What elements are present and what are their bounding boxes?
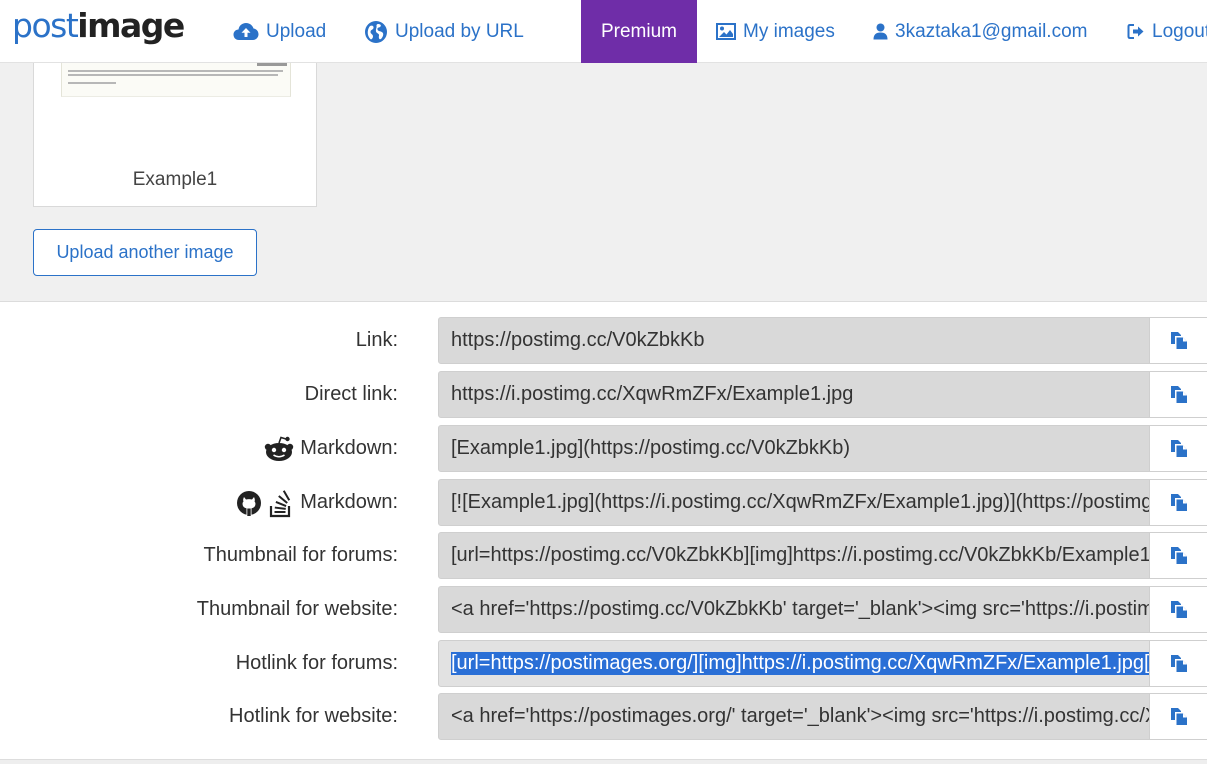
globe-icon bbox=[365, 20, 387, 43]
cloud-upload-icon bbox=[233, 22, 259, 40]
copy-link-button[interactable] bbox=[1149, 317, 1207, 364]
nav-upload-by-url-label: Upload by URL bbox=[395, 20, 524, 42]
copy-icon bbox=[1170, 494, 1187, 511]
nav-logout-link[interactable]: Logout bbox=[1127, 0, 1207, 63]
nav-user-email: 3kaztaka1@gmail.com bbox=[895, 20, 1088, 42]
logo-text-image: image bbox=[77, 6, 185, 45]
nav-my-images-link[interactable]: My images bbox=[716, 0, 835, 63]
thumbnail-forums-label: Thumbnail for forums: bbox=[203, 544, 398, 566]
github-markdown-row: Markdown: [![Example1.jpg](https://i.pos… bbox=[0, 479, 1207, 526]
thumbnail-website-row: Thumbnail for website: <a href='https://… bbox=[0, 586, 1207, 633]
copy-hotlink-forums-button[interactable] bbox=[1149, 640, 1207, 687]
share-links-panel: Link: https://postimg.cc/V0kZbkKb Direct… bbox=[0, 303, 1207, 759]
logout-icon bbox=[1127, 24, 1144, 39]
copy-icon bbox=[1170, 332, 1187, 349]
hotlink-forums-label: Hotlink for forums: bbox=[235, 652, 398, 674]
nav-user-account-link[interactable]: 3kaztaka1@gmail.com bbox=[873, 0, 1087, 63]
nav-upload-by-url-link[interactable]: Upload by URL bbox=[364, 0, 524, 63]
page-bottom-divider bbox=[0, 759, 1207, 764]
reddit-markdown-field[interactable]: [Example1.jpg](https://postimg.cc/V0kZbk… bbox=[438, 425, 1150, 472]
direct-link-field[interactable]: https://i.postimg.cc/XqwRmZFx/Example1.j… bbox=[438, 371, 1150, 418]
copy-thumbnail-forums-button[interactable] bbox=[1149, 532, 1207, 579]
hotlink-forums-selected-text: [url=https://postimages.org/][img]https:… bbox=[451, 652, 1149, 675]
copy-thumbnail-website-button[interactable] bbox=[1149, 586, 1207, 633]
reddit-markdown-label: Markdown: bbox=[264, 425, 398, 472]
github-markdown-label: Markdown: bbox=[236, 479, 398, 526]
postimage-logo[interactable]: post image bbox=[12, 6, 185, 46]
direct-link-row: Direct link: https://i.postimg.cc/XqwRmZ… bbox=[0, 371, 1207, 418]
link-row: Link: https://postimg.cc/V0kZbkKb bbox=[0, 317, 1207, 364]
reddit-markdown-row: Markdown: [Example1.jpg](https://postimg… bbox=[0, 425, 1207, 472]
copy-icon bbox=[1170, 601, 1187, 618]
upload-another-image-button[interactable]: Upload another image bbox=[33, 229, 257, 276]
copy-hotlink-website-button[interactable] bbox=[1149, 693, 1207, 740]
hotlink-forums-row: Hotlink for forums: [url=https://postima… bbox=[0, 640, 1207, 687]
thumbnail-website-field[interactable]: <a href='https://postimg.cc/V0kZbkKb' ta… bbox=[438, 586, 1150, 633]
copy-icon bbox=[1170, 708, 1187, 725]
hotlink-forums-field[interactable]: [url=https://postimages.org/][img]https:… bbox=[438, 640, 1150, 687]
thumbnail-forums-field[interactable]: [url=https://postimg.cc/V0kZbkKb][img]ht… bbox=[438, 532, 1150, 579]
nav-premium-link[interactable]: Premium bbox=[581, 0, 697, 63]
nav-upload-link[interactable]: Upload bbox=[233, 0, 326, 63]
stackoverflow-icon bbox=[270, 489, 291, 517]
copy-icon bbox=[1170, 440, 1187, 457]
github-icon bbox=[237, 490, 262, 516]
logo-text-post: post bbox=[12, 6, 79, 45]
uploaded-image-caption: Example1 bbox=[132, 169, 218, 190]
top-navbar: post image Upload Upload by URL Premium M… bbox=[0, 0, 1207, 63]
user-icon bbox=[873, 23, 888, 40]
direct-link-label: Direct link: bbox=[304, 383, 398, 405]
link-field[interactable]: https://postimg.cc/V0kZbkKb bbox=[438, 317, 1150, 364]
uploaded-image-card[interactable]: Example1 bbox=[33, 63, 317, 207]
nav-logout-label: Logout bbox=[1152, 20, 1207, 42]
github-markdown-field[interactable]: [![Example1.jpg](https://i.postimg.cc/Xq… bbox=[438, 479, 1150, 526]
hotlink-website-row: Hotlink for website: <a href='https://po… bbox=[0, 693, 1207, 740]
hotlink-website-label: Hotlink for website: bbox=[229, 705, 398, 727]
copy-icon bbox=[1170, 655, 1187, 672]
upload-result-area: Example1 Upload another image bbox=[0, 63, 1207, 302]
reddit-icon bbox=[264, 436, 294, 461]
link-label: Link: bbox=[355, 329, 398, 351]
hotlink-website-field[interactable]: <a href='https://postimages.org/' target… bbox=[438, 693, 1150, 740]
copy-icon bbox=[1170, 547, 1187, 564]
nav-premium-label: Premium bbox=[600, 20, 677, 42]
nav-my-images-label: My images bbox=[743, 20, 835, 42]
copy-icon bbox=[1170, 386, 1187, 403]
copy-direct-link-button[interactable] bbox=[1149, 371, 1207, 418]
copy-github-markdown-button[interactable] bbox=[1149, 479, 1207, 526]
nav-upload-label: Upload bbox=[266, 20, 327, 42]
thumbnail-forums-row: Thumbnail for forums: [url=https://posti… bbox=[0, 532, 1207, 579]
thumbnail-website-label: Thumbnail for website: bbox=[196, 598, 398, 620]
uploaded-image-thumbnail[interactable] bbox=[61, 63, 291, 97]
image-icon bbox=[716, 23, 736, 40]
copy-reddit-markdown-button[interactable] bbox=[1149, 425, 1207, 472]
